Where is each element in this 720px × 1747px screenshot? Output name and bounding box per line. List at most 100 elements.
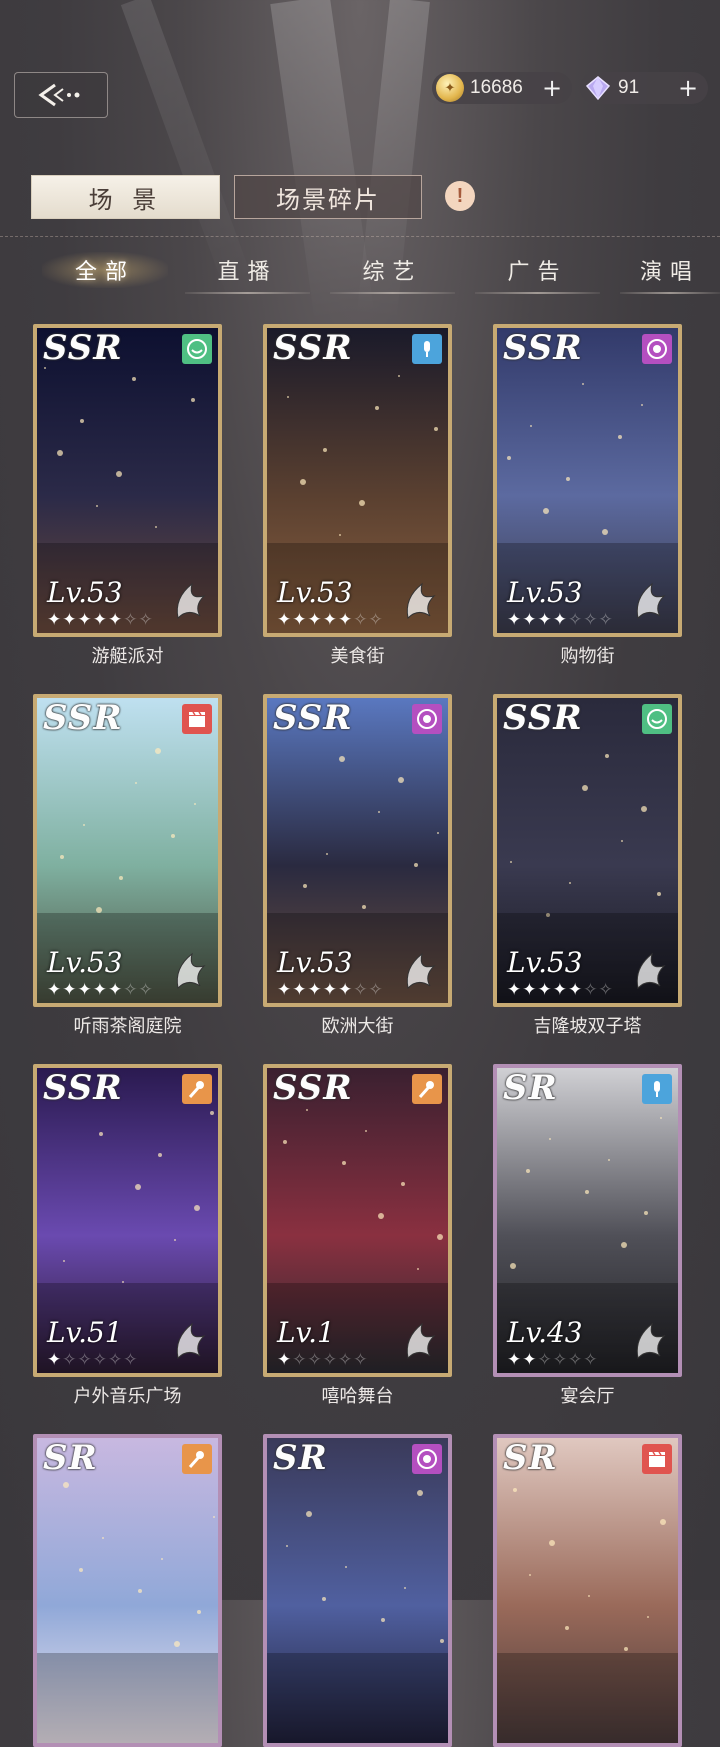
tab-label: 综艺 bbox=[362, 260, 423, 285]
leaf-emblem-icon bbox=[630, 948, 668, 994]
diamond-icon bbox=[584, 74, 612, 102]
level-label: Lv.53 bbox=[47, 946, 123, 979]
scene-card[interactable]: SSR Lv.53 ✦✦✦✦✦✧✧ bbox=[263, 694, 452, 1007]
rarity-label: SSR bbox=[273, 698, 353, 738]
rarity-label: SSR bbox=[503, 328, 583, 368]
rarity-label: SR bbox=[273, 1438, 328, 1478]
leaf-emblem-icon bbox=[170, 1318, 208, 1364]
rarity-label: SSR bbox=[43, 1068, 123, 1108]
back-button[interactable] bbox=[14, 72, 108, 118]
star-rating: ✦✧✧✧✧✧ bbox=[47, 1350, 139, 1370]
level-label: Lv.51 bbox=[47, 1316, 123, 1349]
scene-fragments-tab[interactable]: 场景碎片 bbox=[234, 175, 422, 219]
tab-label: 全部 bbox=[74, 260, 135, 285]
card-frame: SR bbox=[263, 1434, 452, 1747]
variety-icon bbox=[642, 704, 672, 734]
scene-image bbox=[37, 1438, 218, 1743]
add-gold-button[interactable]: + bbox=[538, 74, 566, 102]
tab-live[interactable]: 直播 bbox=[185, 250, 310, 294]
star-rating: ✦✦✦✦✦✧✧ bbox=[507, 980, 614, 1000]
rarity-label: SSR bbox=[273, 328, 353, 368]
tab-label: 直播 bbox=[217, 260, 278, 285]
level-label: Lv.53 bbox=[277, 576, 353, 609]
handheld-mic-icon bbox=[412, 1074, 442, 1104]
scene-name: 美食街 bbox=[330, 646, 385, 667]
card-frame: SR Lv.43 ✦✦✧✧✧✧ bbox=[493, 1064, 682, 1377]
add-diamond-button[interactable]: + bbox=[674, 74, 702, 102]
level-label: Lv.53 bbox=[277, 946, 353, 979]
level-label: Lv.53 bbox=[507, 946, 583, 979]
scene-card[interactable]: SR bbox=[263, 1434, 452, 1747]
rarity-label: SR bbox=[503, 1438, 558, 1478]
rarity-label: SR bbox=[43, 1438, 98, 1478]
scene-tab[interactable]: 场 景 bbox=[31, 175, 220, 219]
level-label: Lv.1 bbox=[277, 1316, 335, 1349]
record-icon bbox=[412, 1444, 442, 1474]
scene-image bbox=[267, 1438, 448, 1743]
record-icon bbox=[642, 334, 672, 364]
rarity-label: SSR bbox=[503, 698, 583, 738]
star-rating: ✦✧✧✧✧✧ bbox=[277, 1350, 369, 1370]
diamond-value: 91 bbox=[618, 77, 640, 98]
card-frame: SSR Lv.53 ✦✦✦✦✦✧✧ bbox=[33, 694, 222, 1007]
card-frame: SSR Lv.53 ✦✦✦✦✦✧✧ bbox=[263, 324, 452, 637]
tab-variety[interactable]: 综艺 bbox=[330, 250, 455, 294]
scene-name: 游艇派对 bbox=[91, 646, 164, 667]
coin-icon: ✦ bbox=[436, 74, 464, 102]
scene-card[interactable]: SSR Lv.53 ✦✦✦✦✦✧✧ bbox=[33, 694, 222, 1007]
rarity-label: SR bbox=[503, 1068, 558, 1108]
scene-card[interactable]: SSR Lv.53 ✦✦✦✦✦✧✧ bbox=[263, 324, 452, 637]
microphone-icon bbox=[642, 1074, 672, 1104]
scene-name: 宴会厅 bbox=[560, 1386, 615, 1407]
back-arrow-icon bbox=[38, 83, 80, 107]
gold-currency: ✦ 16686 + bbox=[432, 72, 572, 104]
variety-icon bbox=[182, 334, 212, 364]
star-rating: ✦✦✦✦✦✧✧ bbox=[47, 610, 154, 630]
clapperboard-icon bbox=[182, 704, 212, 734]
card-frame: SR bbox=[493, 1434, 682, 1747]
rarity-label: SSR bbox=[43, 328, 123, 368]
star-rating: ✦✦✦✦✦✧✧ bbox=[277, 610, 384, 630]
category-tabs: 全部 直播 综艺 广告 演唱 bbox=[0, 250, 720, 294]
level-label: Lv.53 bbox=[47, 576, 123, 609]
card-frame: SSR Lv.1 ✦✧✧✧✧✧ bbox=[263, 1064, 452, 1377]
divider bbox=[0, 236, 720, 238]
scene-card[interactable]: SSR Lv.53 ✦✦✦✦✦✧✧ bbox=[493, 694, 682, 1007]
tab-ad[interactable]: 广告 bbox=[475, 250, 600, 294]
leaf-emblem-icon bbox=[170, 948, 208, 994]
card-frame: SR bbox=[33, 1434, 222, 1747]
scene-card[interactable]: SR Lv.43 ✦✦✧✧✧✧ bbox=[493, 1064, 682, 1377]
star-rating: ✦✦✦✦✦✧✧ bbox=[47, 980, 154, 1000]
handheld-mic-icon bbox=[182, 1444, 212, 1474]
level-label: Lv.53 bbox=[507, 576, 583, 609]
card-frame: SSR Lv.53 ✦✦✦✦✧✧✧ bbox=[493, 324, 682, 637]
card-frame: SSR Lv.53 ✦✦✦✦✦✧✧ bbox=[263, 694, 452, 1007]
star-rating: ✦✦✦✦✦✧✧ bbox=[277, 980, 384, 1000]
microphone-icon bbox=[412, 334, 442, 364]
star-rating: ✦✦✧✧✧✧ bbox=[507, 1350, 599, 1370]
leaf-emblem-icon bbox=[400, 948, 438, 994]
rarity-label: SSR bbox=[43, 698, 123, 738]
scene-name: 购物街 bbox=[560, 646, 615, 667]
scene-name: 吉隆坡双子塔 bbox=[533, 1016, 642, 1037]
scene-card[interactable]: SR bbox=[493, 1434, 682, 1747]
scene-image bbox=[497, 1438, 678, 1743]
scene-card[interactable]: SSR Lv.53 ✦✦✦✦✦✧✧ bbox=[33, 324, 222, 637]
card-frame: SSR Lv.51 ✦✧✧✧✧✧ bbox=[33, 1064, 222, 1377]
scene-name: 听雨茶阁庭院 bbox=[73, 1016, 182, 1037]
scene-name: 欧洲大街 bbox=[321, 1016, 394, 1037]
scene-card[interactable]: SSR Lv.53 ✦✦✦✦✧✧✧ bbox=[493, 324, 682, 637]
scene-card[interactable]: SR bbox=[33, 1434, 222, 1747]
handheld-mic-icon bbox=[182, 1074, 212, 1104]
alert-icon[interactable]: ! bbox=[445, 181, 475, 211]
tab-concert[interactable]: 演唱 bbox=[620, 250, 720, 294]
scene-name: 户外音乐广场 bbox=[73, 1386, 182, 1407]
leaf-emblem-icon bbox=[630, 1318, 668, 1364]
scene-card[interactable]: SSR Lv.51 ✦✧✧✧✧✧ bbox=[33, 1064, 222, 1377]
star-rating: ✦✦✦✦✧✧✧ bbox=[507, 610, 614, 630]
tab-all[interactable]: 全部 bbox=[42, 250, 168, 290]
scene-card[interactable]: SSR Lv.1 ✦✧✧✧✧✧ bbox=[263, 1064, 452, 1377]
card-frame: SSR Lv.53 ✦✦✦✦✦✧✧ bbox=[493, 694, 682, 1007]
leaf-emblem-icon bbox=[170, 578, 208, 624]
rarity-label: SSR bbox=[273, 1068, 353, 1108]
